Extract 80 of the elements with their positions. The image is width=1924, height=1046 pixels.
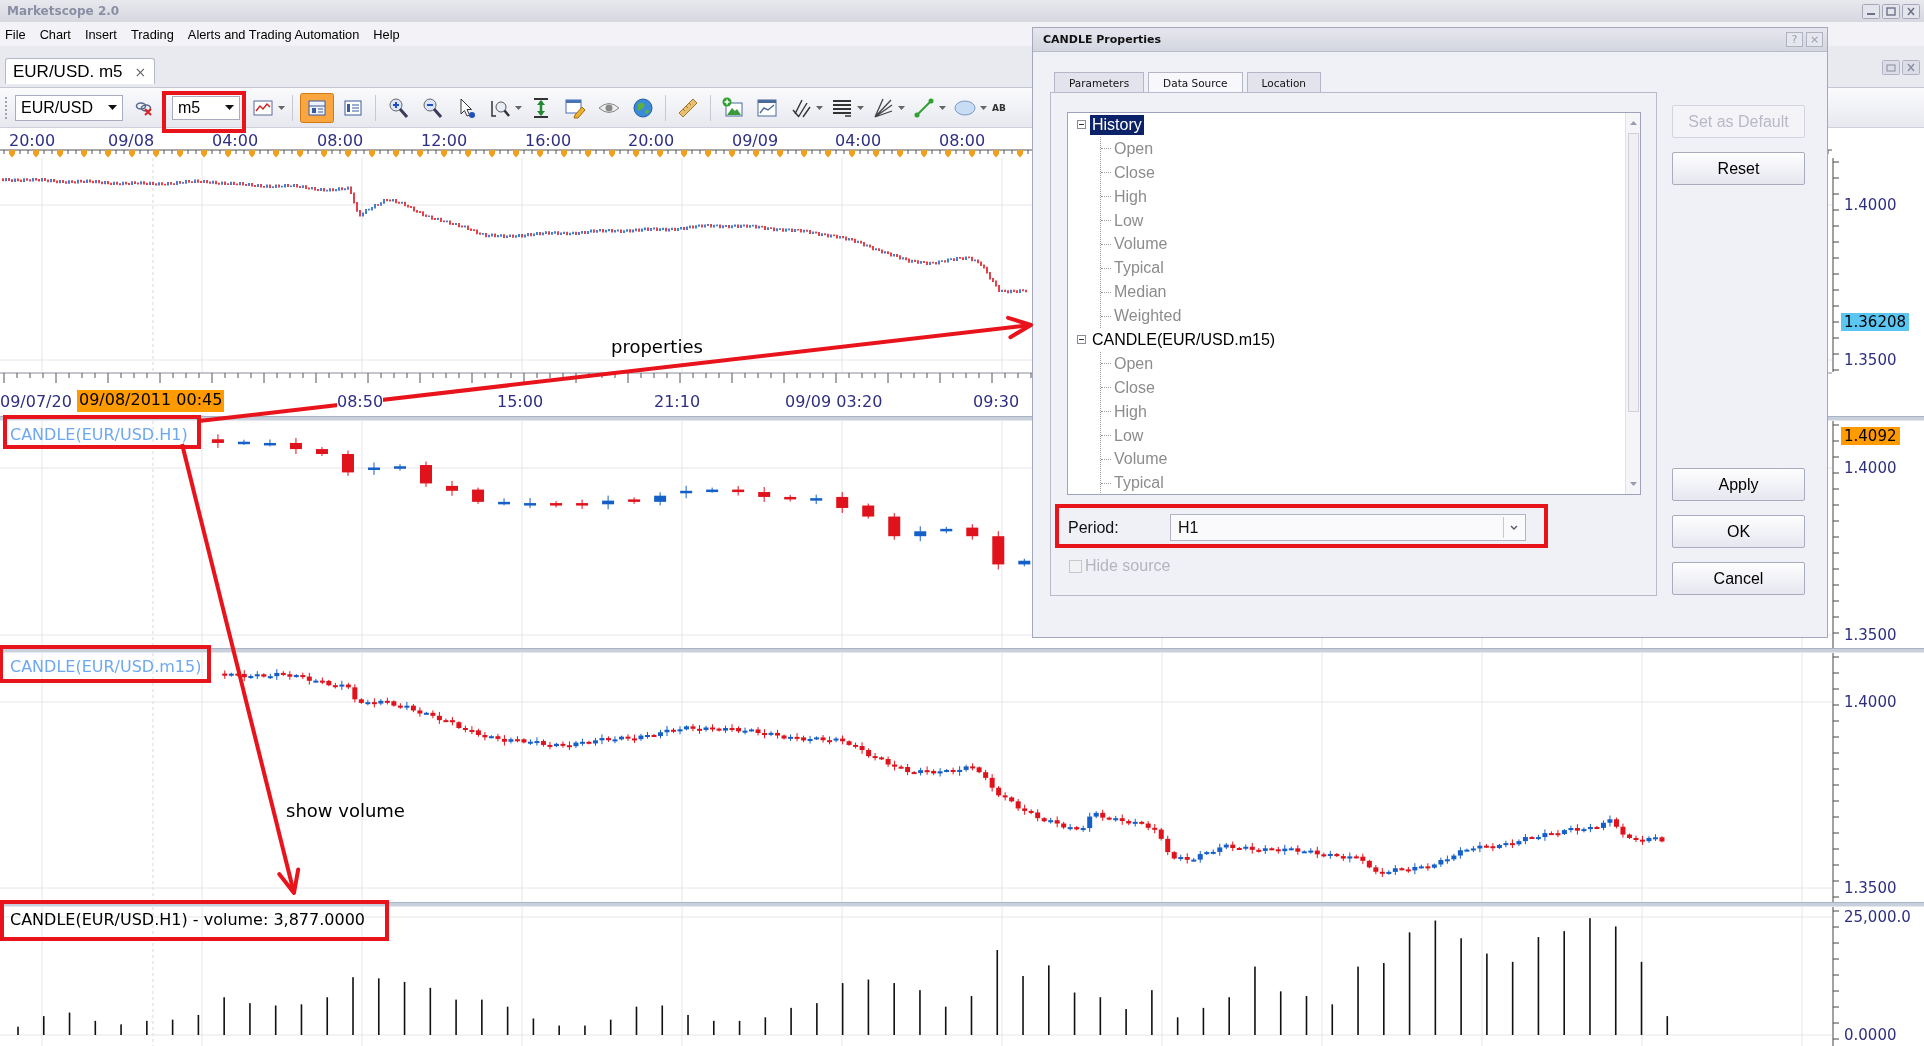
picture-add-icon[interactable] (722, 96, 744, 119)
cursor-time-label: 09/08/2011 00:45 (77, 390, 225, 412)
window-title: Marketscope 2.0 (7, 4, 120, 18)
panel-layout-icon[interactable] (300, 92, 334, 123)
field-label: Period: (1067, 518, 1120, 537)
collapse-icon[interactable] (1077, 335, 1086, 345)
dialog-tab[interactable]: Data Source (1148, 72, 1243, 92)
dialog-button[interactable]: Apply (1672, 468, 1805, 501)
fan-lines-icon[interactable] (872, 96, 894, 119)
time-label: 09/07/20 (0, 392, 72, 411)
ruler-icon[interactable] (677, 96, 699, 119)
menu-item[interactable]: Chart (32, 26, 78, 42)
price-marker-label: 1.4092 (1841, 427, 1900, 445)
dropdown-caret-icon[interactable] (898, 105, 905, 110)
dropdown-caret-icon[interactable] (939, 105, 946, 110)
menu-item[interactable]: Insert (77, 26, 124, 42)
menu-item[interactable]: Help (366, 26, 407, 42)
time-label: 09/08 (107, 131, 155, 150)
time-label: 16:00 (524, 131, 572, 150)
dropdown-caret-icon[interactable] (278, 105, 285, 110)
dropdown-arrow-icon (108, 105, 117, 110)
dropdown-caret-icon[interactable] (980, 105, 987, 110)
tree-item[interactable]: CANDLE(EUR/USD.m15) (1090, 329, 1278, 350)
time-label: 09/09 (731, 131, 779, 150)
dialog-tab[interactable]: Parameters (1054, 72, 1145, 92)
dialog-button[interactable]: Reset (1672, 152, 1805, 185)
scrollbar[interactable] (1625, 113, 1640, 494)
axis-label: 1.3500 (1844, 626, 1897, 644)
zoom-in-icon[interactable] (387, 96, 409, 119)
annotation-label: properties (611, 336, 703, 357)
axis-label: 1.4000 (1844, 196, 1897, 214)
axis-label: 1.3500 (1844, 879, 1897, 897)
globe-icon[interactable] (632, 96, 654, 119)
dialog-button[interactable]: OK (1672, 515, 1805, 548)
tree-item[interactable]: History (1090, 114, 1144, 135)
time-label: 08:00 (316, 131, 364, 150)
axis-label: 0.0000 (1844, 1026, 1897, 1044)
time-label: 12:00 (420, 131, 468, 150)
axis-label: 1.3500 (1844, 351, 1897, 369)
collapse-icon[interactable] (1077, 120, 1086, 130)
time-label: 09/09 03:20 (785, 392, 883, 411)
dialog-button[interactable]: Cancel (1672, 562, 1805, 595)
checkbox-label: Hide source (1085, 557, 1171, 575)
dropdown-arrow-icon (225, 105, 234, 110)
time-label: 20:00 (627, 131, 675, 150)
menu-item[interactable]: File (0, 26, 33, 42)
chevron-down-icon (1510, 525, 1518, 530)
minimize-icon[interactable] (1862, 3, 1880, 19)
dialog-tab[interactable]: Location (1246, 72, 1321, 92)
zoom-out-icon[interactable] (421, 96, 443, 119)
close-icon[interactable] (1902, 3, 1920, 19)
dialog-title: CANDLE Properties (1043, 33, 1162, 46)
axis-label: 25,000.0 (1844, 908, 1911, 926)
time-label: 08:00 (938, 131, 986, 150)
symbol-dropdown[interactable]: EUR/USD (15, 94, 123, 121)
tab-close-button[interactable]: × (132, 63, 149, 80)
grip-handle[interactable] (4, 95, 8, 120)
time-label: 20:00 (8, 131, 56, 150)
time-label: 08:50 (337, 392, 384, 411)
menu-item[interactable]: Alerts and Trading Automation (180, 26, 367, 42)
dropdown-caret-icon[interactable] (857, 105, 864, 110)
dropdown-caret-icon[interactable] (816, 105, 823, 110)
dropdown-caret-icon[interactable] (515, 105, 522, 110)
axis-label: 1.4000 (1844, 693, 1897, 711)
scrollbar-thumb[interactable] (1627, 133, 1639, 412)
chart-tab[interactable]: EUR/USD. m5 × (5, 58, 156, 84)
price-marker-label: 1.36208 (1841, 313, 1910, 331)
scroll-up-icon[interactable] (1629, 121, 1637, 125)
time-label: 04:00 (211, 131, 259, 150)
axis-label: 1.4000 (1844, 459, 1897, 477)
period-dropdown[interactable]: m5 (172, 95, 240, 120)
trend-line-icon[interactable] (913, 96, 935, 119)
chart-window-icon[interactable] (756, 96, 778, 119)
period-dropdown[interactable]: H1 (1170, 514, 1526, 541)
scroll-down-icon[interactable] (1629, 482, 1637, 486)
time-label: 04:00 (834, 131, 882, 150)
note-icon[interactable] (564, 96, 586, 119)
menu-item[interactable]: Trading (123, 26, 181, 42)
chain-cross-icon[interactable] (135, 99, 153, 116)
text-tool-button[interactable]: AB (991, 102, 1007, 113)
